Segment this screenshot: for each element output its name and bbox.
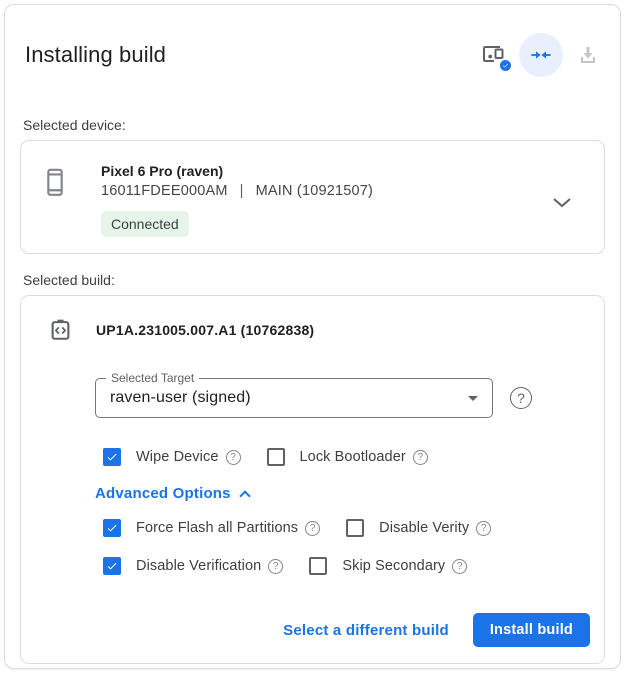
device-serial: 16011FDEE000AM	[101, 183, 228, 199]
install-build-button[interactable]: Install build	[473, 613, 590, 647]
device-name: Pixel 6 Pro (raven)	[101, 163, 373, 179]
build-section: Selected build: UP1A.231005.007.A1 (1076…	[20, 272, 605, 664]
device-card: Pixel 6 Pro (raven) 16011FDEE000AM | MAIN …	[20, 140, 605, 254]
connected-device-icon[interactable]	[477, 38, 511, 72]
checkbox-box[interactable]	[103, 557, 121, 575]
device-section-label: Selected device:	[23, 117, 605, 133]
select-different-build-button[interactable]: Select a different build	[283, 622, 449, 639]
meta-separator: |	[240, 183, 244, 199]
download-icon[interactable]	[571, 38, 605, 72]
page-title: Installing build	[20, 42, 166, 68]
device-meta: 16011FDEE000AM | MAIN (10921507)	[101, 183, 373, 199]
checkbox-box[interactable]	[103, 448, 121, 466]
help-icon[interactable]	[268, 559, 283, 574]
help-icon[interactable]	[413, 450, 428, 465]
advanced-options-toggle[interactable]: Advanced Options	[95, 485, 604, 502]
checkbox-disable-verity[interactable]: Disable Verity	[346, 519, 491, 537]
build-name: UP1A.231005.007.A1 (10762838)	[96, 322, 314, 338]
help-icon[interactable]	[305, 521, 320, 536]
checkbox-box[interactable]	[346, 519, 364, 537]
checkbox-lock-bootloader[interactable]: Lock Bootloader	[267, 448, 428, 466]
download-glyph	[576, 43, 600, 67]
header: Installing build	[20, 33, 605, 77]
build-code-icon	[50, 318, 71, 342]
checkbox-disable-verification[interactable]: Disable Verification	[103, 557, 283, 575]
connect-arrows-glyph	[530, 44, 552, 66]
help-icon[interactable]	[452, 559, 467, 574]
checkbox-force-flash[interactable]: Force Flash all Partitions	[103, 519, 320, 537]
checkbox-skip-secondary[interactable]: Skip Secondary	[309, 557, 467, 575]
checkbox-box[interactable]	[267, 448, 285, 466]
target-help-icon[interactable]	[510, 387, 532, 409]
actions-row: Select a different build Install build	[21, 613, 604, 647]
device-info: Pixel 6 Pro (raven) 16011FDEE000AM | MAIN …	[101, 163, 373, 237]
checkbox-box[interactable]	[103, 519, 121, 537]
header-icons	[477, 33, 605, 77]
checkbox-box[interactable]	[309, 557, 327, 575]
help-icon[interactable]	[226, 450, 241, 465]
installing-build-dialog: Installing build	[4, 4, 621, 669]
checkbox-row-advanced-2: Disable Verification Skip Secondary	[103, 557, 604, 575]
build-card: UP1A.231005.007.A1 (10762838) Selected T…	[20, 295, 605, 664]
help-icon[interactable]	[476, 521, 491, 536]
checkbox-wipe-device[interactable]: Wipe Device	[103, 448, 241, 466]
build-section-label: Selected build:	[23, 272, 605, 288]
status-badge: Connected	[101, 211, 189, 237]
target-form: Selected Target raven-user (signed)	[95, 378, 604, 418]
checkbox-row-basic: Wipe Device Lock Bootloader	[103, 448, 604, 466]
check-badge-icon	[499, 59, 512, 72]
build-head: UP1A.231005.007.A1 (10762838)	[21, 318, 604, 342]
chevron-down-icon[interactable]	[552, 163, 604, 213]
selected-target-value: raven-user (signed)	[110, 389, 251, 407]
selected-target-label: Selected Target	[106, 371, 199, 385]
device-branch: MAIN (10921507)	[256, 183, 373, 199]
phone-icon	[45, 166, 65, 207]
connect-arrows-icon[interactable]	[519, 33, 563, 77]
device-section: Selected device: Pixel 6 Pro (raven) 160…	[20, 117, 605, 254]
selected-target-select[interactable]: Selected Target raven-user (signed)	[95, 378, 493, 418]
checkbox-row-advanced-1: Force Flash all Partitions Disable Verit…	[103, 519, 604, 537]
chevron-up-icon	[239, 490, 250, 501]
select-dropdown-arrow-icon	[468, 396, 478, 401]
